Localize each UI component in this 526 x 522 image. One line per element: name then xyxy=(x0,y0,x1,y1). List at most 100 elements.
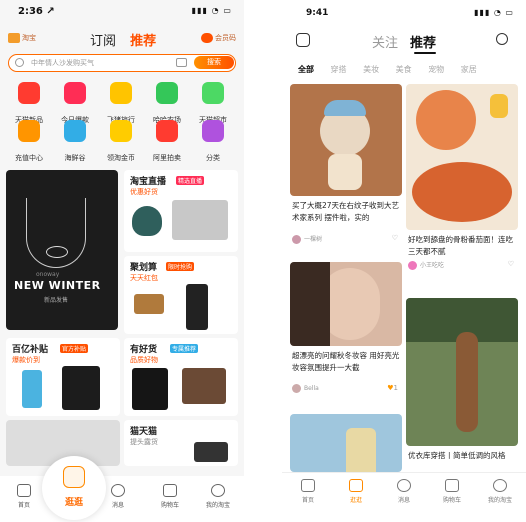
card-author: 一棵树 xyxy=(292,234,322,244)
card-title: 聚划算 xyxy=(130,263,158,273)
boots-image xyxy=(134,294,164,314)
status-system-icons: ▮▮▮ ◔ ▭ xyxy=(474,8,514,17)
card-caption: 超漂亮的问耀秋冬妆容 用好亮光妆容氛围提升一大截 xyxy=(292,351,400,372)
outfit-image xyxy=(406,298,518,446)
tab-recommend[interactable]: 推荐 xyxy=(130,34,156,49)
card-sub: 提头露货 xyxy=(130,438,158,446)
nav-home[interactable]: 首页 xyxy=(4,484,44,509)
card-deal[interactable]: 聚划算 限时抢购 天天红包 xyxy=(124,256,238,334)
category-all[interactable]: 全部 xyxy=(298,65,314,74)
bottle-image xyxy=(22,370,42,408)
tab-recommend[interactable]: 推荐 xyxy=(410,32,436,51)
card-author: 小王吃吃 xyxy=(408,260,444,270)
nav-mine[interactable]: 我的淘宝 xyxy=(480,479,520,504)
heart-icon[interactable]: ♡ xyxy=(508,260,514,268)
card-sub: 爆款价到 xyxy=(12,356,40,364)
card-sub: 天天红包 xyxy=(130,274,158,282)
card-tag: 限时抢购 xyxy=(166,262,195,271)
category-makeup[interactable]: 美妆 xyxy=(363,65,379,74)
nav-label: 购物车 xyxy=(160,502,179,509)
tab-follow[interactable]: 关注 xyxy=(372,32,398,51)
promo-brand: onoway xyxy=(36,271,60,278)
nav-mine[interactable]: 我的淘宝 xyxy=(198,484,238,509)
nav-label: 首页 xyxy=(17,502,30,509)
member-code-button[interactable]: 会员码 xyxy=(201,33,236,43)
farm-icon xyxy=(156,82,178,104)
shortcut-label: 阿里拍卖 xyxy=(153,154,181,162)
tab-subscribe[interactable]: 订阅 xyxy=(90,34,116,49)
status-bar: 2:36 ↗ ▮▮▮ ◔ ▭ xyxy=(0,0,244,22)
feed-card-drink[interactable] xyxy=(290,414,402,472)
coin-icon xyxy=(110,120,132,142)
search-button[interactable]: 搜索 xyxy=(194,56,234,69)
nav-stroll[interactable]: 逛逛 xyxy=(336,479,376,504)
card-caption: 买了大概27天在右纹子收到大艺术家系列 摆件啦，实的 xyxy=(292,201,400,222)
recharge-icon xyxy=(18,120,40,142)
category-outfit[interactable]: 穿搭 xyxy=(331,65,347,74)
nav-stroll-highlight[interactable]: 逛逛 xyxy=(42,456,106,520)
shortcut-seafood[interactable]: 海鲜谷 xyxy=(52,120,98,164)
auction-icon xyxy=(156,120,178,142)
avatar xyxy=(292,235,301,244)
nav-cart[interactable]: 购物车 xyxy=(150,484,190,509)
search-icon[interactable] xyxy=(496,33,508,45)
like-count[interactable]: ♥1 xyxy=(387,384,398,392)
card-shop[interactable]: 猫天猫 提头露货 xyxy=(124,420,238,466)
like-number: 1 xyxy=(393,384,398,392)
user-icon xyxy=(211,484,225,497)
figurine-hat xyxy=(324,100,366,116)
card-good[interactable]: 有好货 专属推荐 品质好物 xyxy=(124,338,238,416)
card-live[interactable]: 淘宝直播 精选直播 优惠好货 xyxy=(124,170,238,252)
shortcut-coins[interactable]: 领淘金币 xyxy=(98,120,144,164)
shortcut-recharge[interactable]: 充值中心 xyxy=(6,120,52,164)
feed-card-figurine[interactable]: 买了大概27天在右纹子收到大艺术家系列 摆件啦，实的 一棵树 ♡ xyxy=(290,84,402,250)
feed-card-outfit[interactable]: 优衣库穿搭丨简单低调的风格 xyxy=(406,298,518,468)
nav-home[interactable]: 首页 xyxy=(288,479,328,504)
home-icon xyxy=(301,479,315,492)
product-image xyxy=(194,442,228,462)
category-pet[interactable]: 宠物 xyxy=(428,65,444,74)
nav-label: 消息 xyxy=(397,497,410,504)
pants-image xyxy=(186,284,208,330)
stroll-icon xyxy=(349,479,363,492)
nav-label: 逛逛 xyxy=(349,497,362,504)
card-tag: 专属推荐 xyxy=(170,344,199,353)
nav-message[interactable]: 消息 xyxy=(384,479,424,504)
promo-card-new-winter[interactable]: onoway NEW WINTER 新品发售 xyxy=(6,170,118,330)
message-icon xyxy=(397,479,411,492)
right-phone-screen: 9:41 ▮▮▮ ◔ ▭ 关注 推荐 全部 穿搭 美妆 美食 宠物 家居 买了大… xyxy=(282,0,526,522)
feed-card-noodles[interactable]: 好吃到舔盘的骨粉番茄面！连吃三天都不腻 小王吃吃 ♡ xyxy=(406,84,518,274)
card-coupon[interactable]: 百亿补贴 官方补贴 爆款价到 xyxy=(6,338,120,416)
noodles-image xyxy=(406,84,518,230)
card-title: 有好货 xyxy=(130,345,158,355)
category-food[interactable]: 美食 xyxy=(396,65,412,74)
figurine-image xyxy=(290,84,402,196)
tomato-dish xyxy=(416,90,476,150)
taobao-logo[interactable]: 淘宝 xyxy=(8,33,36,43)
promo-headline: NEW WINTER xyxy=(14,279,101,292)
camera-plus-icon[interactable] xyxy=(296,33,310,47)
search-bar[interactable]: 中年情人沙发购买气 搜索 xyxy=(8,54,236,72)
heart-icon[interactable]: ♡ xyxy=(392,234,398,242)
taobao-logo-label: 淘宝 xyxy=(22,34,36,42)
camera-icon[interactable] xyxy=(176,58,187,67)
shortcut-label: 海鲜谷 xyxy=(64,154,86,162)
card-caption: 好吃到舔盘的骨粉番茄面！连吃三天都不腻 xyxy=(408,235,513,256)
avatar xyxy=(408,261,417,270)
author-name: 小王吃吃 xyxy=(420,262,445,269)
status-system-icons: ▮▮▮ ◔ ▭ xyxy=(191,6,232,15)
beanbag-image xyxy=(132,206,162,236)
category-home[interactable]: 家居 xyxy=(461,65,477,74)
nav-cart[interactable]: 购物车 xyxy=(432,479,472,504)
card-sub: 优惠好货 xyxy=(130,188,158,196)
status-time: 2:36 ↗ xyxy=(18,6,55,17)
shortcut-auction[interactable]: 阿里拍卖 xyxy=(144,120,190,164)
category-tabs: 全部 穿搭 美妆 美食 宠物 家居 xyxy=(298,64,491,75)
feed-card-makeup[interactable]: 超漂亮的问耀秋冬妆容 用好亮光妆容氛围提升一大截 Bella ♥1 xyxy=(290,262,402,412)
bottom-nav: 首页 消息 购物车 我的淘宝 xyxy=(0,476,244,522)
drink-image xyxy=(290,414,402,472)
stroll-icon xyxy=(63,466,85,488)
shortcut-label: 领淘金币 xyxy=(107,154,135,162)
cart-icon xyxy=(445,479,459,492)
shortcut-category[interactable]: 分类 xyxy=(190,120,236,164)
